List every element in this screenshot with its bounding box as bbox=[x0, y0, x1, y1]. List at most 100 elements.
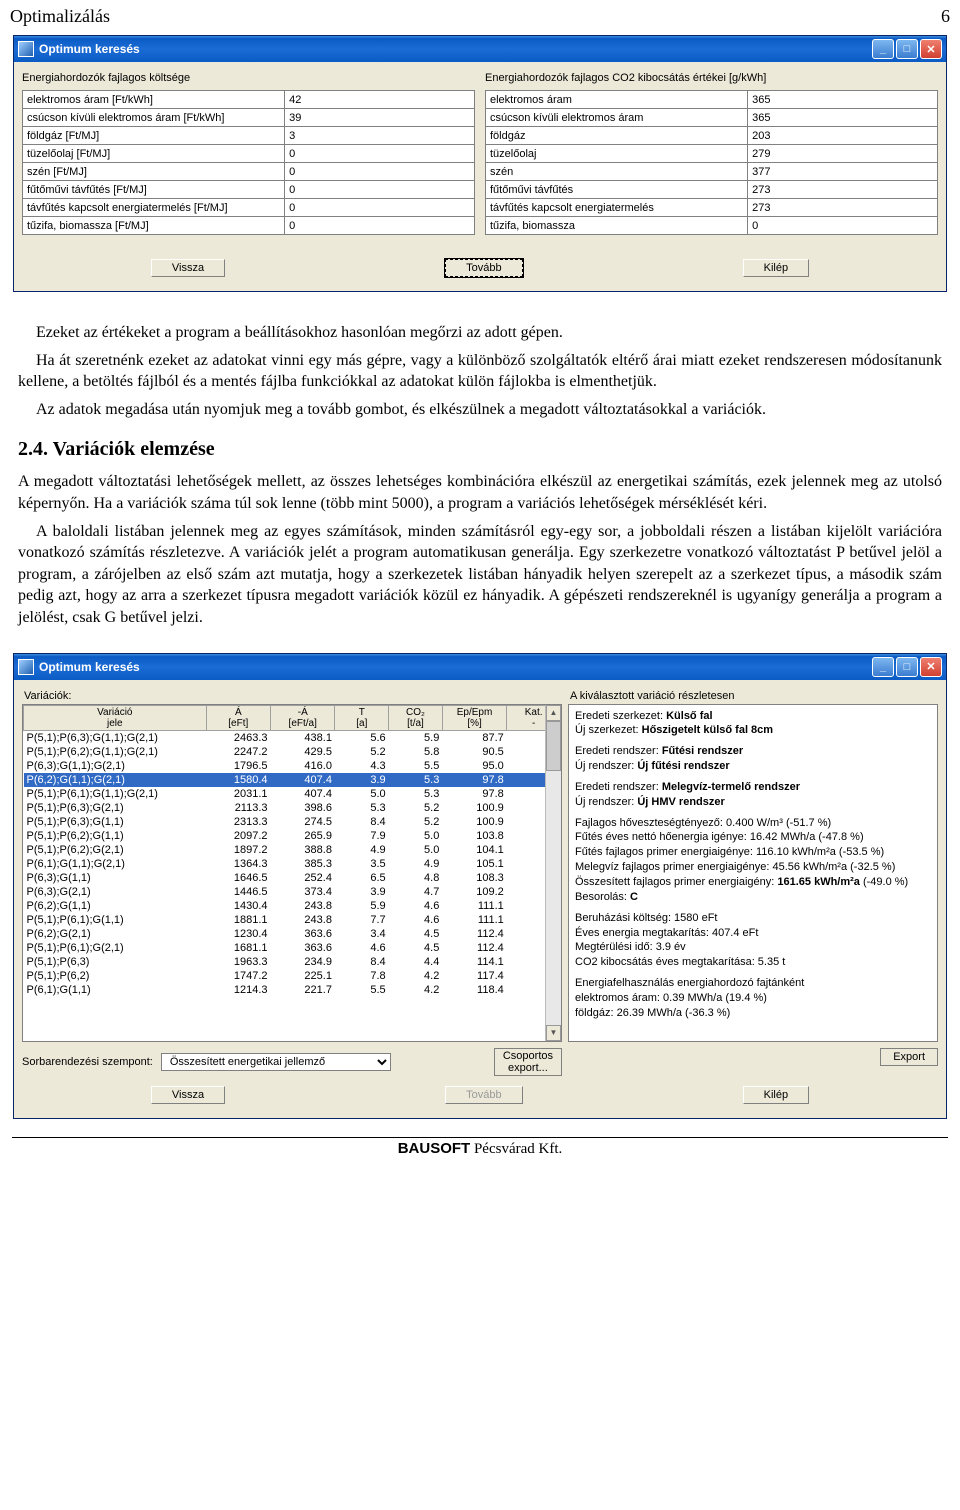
table-row[interactable]: P(6,2);G(2,1)1230.4363.63.44.5112.4D bbox=[24, 927, 561, 941]
cell: P(6,3);G(2,1) bbox=[24, 885, 207, 899]
row-value-input[interactable]: 365 bbox=[748, 91, 938, 109]
table-row: távfűtés kapcsolt energiatermelés273 bbox=[486, 199, 938, 217]
paragraph: Ezeket az értékeket a program a beállítá… bbox=[18, 322, 942, 344]
table-row[interactable]: P(6,1);G(1,1);G(2,1)1364.3385.33.54.9105… bbox=[24, 857, 561, 871]
maximize-button[interactable]: □ bbox=[896, 39, 918, 59]
cell: 2031.1 bbox=[206, 787, 270, 801]
table-row[interactable]: P(5,1);P(6,3);G(1,1)2313.3274.58.45.2100… bbox=[24, 815, 561, 829]
cell: 7.8 bbox=[335, 969, 389, 983]
column-header[interactable]: CO₂ [t/a] bbox=[389, 705, 443, 730]
row-value-input[interactable]: 0 bbox=[285, 145, 475, 163]
table-row[interactable]: P(5,1);P(6,1);G(1,1)1881.1243.87.74.6111… bbox=[24, 913, 561, 927]
table-row[interactable]: P(6,1);G(1,1)1214.3221.75.54.2118.4D bbox=[24, 983, 561, 997]
cell: P(6,1);G(1,1);G(2,1) bbox=[24, 857, 207, 871]
row-value-input[interactable]: 0 bbox=[285, 181, 475, 199]
left-column-heading: Energiahordozók fajlagos költsége bbox=[22, 72, 475, 84]
back-button[interactable]: Vissza bbox=[151, 259, 225, 277]
column-header[interactable]: Variáció jele bbox=[24, 705, 207, 730]
maximize-button[interactable]: □ bbox=[896, 657, 918, 677]
next-button[interactable]: Tovább bbox=[445, 259, 522, 277]
cell: 1430.4 bbox=[206, 899, 270, 913]
cell: 112.4 bbox=[442, 927, 506, 941]
window-title: Optimum keresés bbox=[39, 42, 140, 56]
row-value-input[interactable]: 273 bbox=[748, 199, 938, 217]
scrollbar[interactable]: ▲ ▼ bbox=[545, 705, 561, 1041]
cell: 2463.3 bbox=[206, 730, 270, 745]
column-header[interactable]: Ep/Epm [%] bbox=[442, 705, 506, 730]
row-value-input[interactable]: 0 bbox=[748, 217, 938, 235]
row-value-input[interactable]: 39 bbox=[285, 109, 475, 127]
table-row[interactable]: P(5,1);P(6,2);G(1,1);G(2,1)2247.2429.55.… bbox=[24, 745, 561, 759]
scroll-down-icon[interactable]: ▼ bbox=[546, 1025, 561, 1041]
details-label: A kiválasztott variáció részletesen bbox=[568, 688, 938, 704]
cell: 1214.3 bbox=[206, 983, 270, 997]
row-value-input[interactable]: 273 bbox=[748, 181, 938, 199]
cell: P(5,1);P(6,1);G(1,1) bbox=[24, 913, 207, 927]
row-value-input[interactable]: 0 bbox=[285, 199, 475, 217]
cell: 112.4 bbox=[442, 941, 506, 955]
scroll-up-icon[interactable]: ▲ bbox=[546, 705, 561, 721]
exit-button[interactable]: Kilép bbox=[743, 1086, 809, 1104]
row-value-input[interactable]: 3 bbox=[285, 127, 475, 145]
variations-table-wrap: Variáció jeleÁ [eFt]-Á [eFt/a]T [a]CO₂ [… bbox=[22, 704, 562, 1042]
cell: 114.1 bbox=[442, 955, 506, 969]
titlebar[interactable]: Optimum keresés _ □ ✕ bbox=[14, 654, 946, 680]
variations-table[interactable]: Variáció jeleÁ [eFt]-Á [eFt/a]T [a]CO₂ [… bbox=[23, 705, 561, 997]
sort-select[interactable]: Összesített energetikai jellemző bbox=[161, 1053, 391, 1071]
table-row[interactable]: P(6,3);G(1,1)1646.5252.46.54.8108.3D bbox=[24, 871, 561, 885]
variations-label: Variációk: bbox=[22, 688, 562, 704]
minimize-button[interactable]: _ bbox=[872, 657, 894, 677]
column-header[interactable]: T [a] bbox=[335, 705, 389, 730]
table-row[interactable]: P(5,1);P(6,3);G(1,1);G(2,1)2463.3438.15.… bbox=[24, 730, 561, 745]
minimize-button[interactable]: _ bbox=[872, 39, 894, 59]
cell: 4.6 bbox=[335, 941, 389, 955]
row-value-input[interactable]: 0 bbox=[285, 217, 475, 235]
section-heading: 2.4. Variációk elemzése bbox=[18, 436, 942, 463]
doc-title: Optimalizálás bbox=[10, 6, 110, 27]
cell: P(5,1);P(6,1);G(2,1) bbox=[24, 941, 207, 955]
table-row[interactable]: P(5,1);P(6,2)1747.2225.17.84.2117.4D bbox=[24, 969, 561, 983]
table-row[interactable]: P(5,1);P(6,2);G(2,1)1897.2388.84.95.0104… bbox=[24, 843, 561, 857]
table-row[interactable]: P(6,3);G(2,1)1446.5373.43.94.7109.2D bbox=[24, 885, 561, 899]
scroll-thumb[interactable] bbox=[546, 721, 561, 771]
row-value-input[interactable]: 365 bbox=[748, 109, 938, 127]
row-value-input[interactable]: 377 bbox=[748, 163, 938, 181]
table-row[interactable]: P(6,2);G(1,1)1430.4243.85.94.6111.1D bbox=[24, 899, 561, 913]
cell: 4.4 bbox=[389, 955, 443, 969]
close-button[interactable]: ✕ bbox=[920, 657, 942, 677]
row-value-input[interactable]: 42 bbox=[285, 91, 475, 109]
table-row[interactable]: P(5,1);P(6,1);G(1,1);G(2,1)2031.1407.45.… bbox=[24, 787, 561, 801]
group-export-button[interactable]: Csoportos export... bbox=[494, 1048, 562, 1076]
table-row: fűtőművi távfűtés [Ft/MJ]0 bbox=[23, 181, 475, 199]
row-label: távfűtés kapcsolt energiatermelés bbox=[486, 199, 748, 217]
row-value-input[interactable]: 0 bbox=[285, 163, 475, 181]
row-value-input[interactable]: 203 bbox=[748, 127, 938, 145]
cell: 1230.4 bbox=[206, 927, 270, 941]
table-row[interactable]: P(5,1);P(6,1);G(2,1)1681.1363.64.64.5112… bbox=[24, 941, 561, 955]
table-row[interactable]: P(6,2);G(1,1);G(2,1)1580.4407.43.95.397.… bbox=[24, 773, 561, 787]
column-header[interactable]: Á [eFt] bbox=[206, 705, 270, 730]
cell: 429.5 bbox=[271, 745, 335, 759]
cell: 8.4 bbox=[335, 955, 389, 969]
row-value-input[interactable]: 279 bbox=[748, 145, 938, 163]
table-row[interactable]: P(5,1);P(6,3);G(2,1)2113.3398.65.35.2100… bbox=[24, 801, 561, 815]
cell: 95.0 bbox=[442, 759, 506, 773]
table-row[interactable]: P(6,3);G(1,1);G(2,1)1796.5416.04.35.595.… bbox=[24, 759, 561, 773]
cell: 221.7 bbox=[271, 983, 335, 997]
cell: 4.6 bbox=[389, 913, 443, 927]
close-button[interactable]: ✕ bbox=[920, 39, 942, 59]
row-label: földgáz [Ft/MJ] bbox=[23, 127, 285, 145]
row-label: fűtőművi távfűtés bbox=[486, 181, 748, 199]
cell: P(5,1);P(6,2);G(2,1) bbox=[24, 843, 207, 857]
table-row[interactable]: P(5,1);P(6,3)1963.3234.98.44.4114.1D bbox=[24, 955, 561, 969]
column-header[interactable]: -Á [eFt/a] bbox=[271, 705, 335, 730]
exit-button[interactable]: Kilép bbox=[743, 259, 809, 277]
table-row[interactable]: P(5,1);P(6,2);G(1,1)2097.2265.97.95.0103… bbox=[24, 829, 561, 843]
cell: 2097.2 bbox=[206, 829, 270, 843]
cell: 274.5 bbox=[271, 815, 335, 829]
row-label: csúcson kívüli elektromos áram bbox=[486, 109, 748, 127]
export-button[interactable]: Export bbox=[880, 1048, 938, 1066]
titlebar[interactable]: Optimum keresés _ □ ✕ bbox=[14, 36, 946, 62]
cell: 1580.4 bbox=[206, 773, 270, 787]
back-button[interactable]: Vissza bbox=[151, 1086, 225, 1104]
